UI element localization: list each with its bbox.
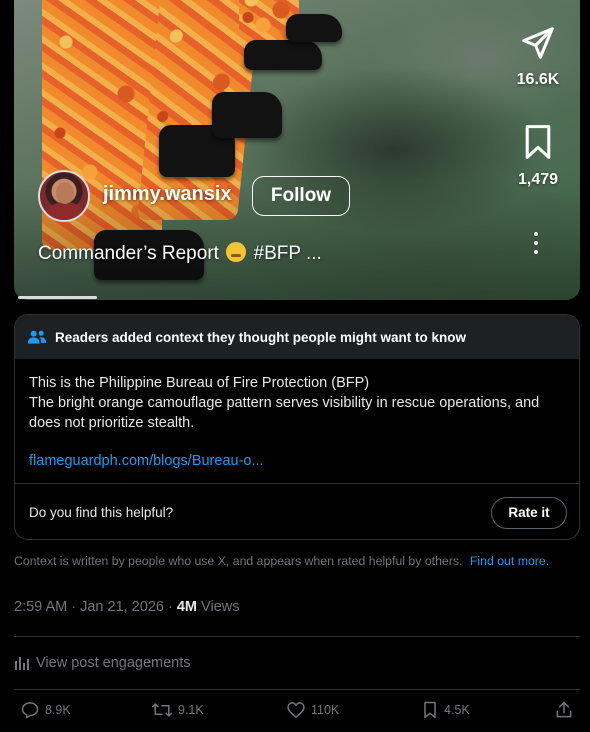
- repost-icon: [151, 703, 173, 717]
- emoji-icon: [226, 242, 247, 262]
- boot: [244, 40, 322, 70]
- view-engagements-label: View post engagements: [36, 655, 191, 671]
- reply-count: 8.9K: [45, 703, 71, 717]
- heart-icon: [287, 702, 305, 718]
- caption-text: Commander’s Report: [38, 243, 219, 264]
- reply-icon: [21, 702, 39, 719]
- reply-button[interactable]: 8.9K: [20, 700, 71, 720]
- view-engagements-link[interactable]: View post engagements: [14, 655, 191, 671]
- post-meta: 2:59 AM · Jan 21, 2026 · 4M Views: [14, 599, 240, 615]
- post-action-bar: 8.9K 9.1K 110K 4.5K: [14, 700, 580, 728]
- like-count: 110K: [311, 703, 340, 717]
- bookmark-action[interactable]: 1,479: [508, 122, 568, 189]
- bookmark-count: 1,479: [517, 171, 559, 188]
- share-count: 16.6K: [516, 71, 560, 88]
- community-note: Readers added context they thought peopl…: [14, 314, 580, 540]
- analytics-icon: [15, 657, 29, 670]
- note-line: The bright orange camouflage pattern ser…: [29, 395, 540, 431]
- more-options-icon[interactable]: [532, 232, 540, 259]
- share-icon: [556, 701, 572, 718]
- boot: [212, 92, 282, 138]
- bookmark-icon: [424, 701, 436, 719]
- community-note-footer: Do you find this helpful? Rate it: [15, 483, 579, 539]
- share-action[interactable]: 16.6K: [508, 24, 568, 89]
- community-note-body: This is the Philippine Bureau of Fire Pr…: [15, 359, 579, 471]
- share-icon: [522, 27, 554, 59]
- community-note-header: Readers added context they thought peopl…: [15, 315, 579, 359]
- caption-hashtag: #BFP ...: [253, 243, 322, 264]
- divider: [14, 689, 580, 690]
- post-date[interactable]: Jan 21, 2026: [80, 599, 164, 615]
- find-out-more-link[interactable]: Find out more.: [470, 554, 549, 568]
- rate-it-button[interactable]: Rate it: [491, 496, 567, 529]
- post-time[interactable]: 2:59 AM: [14, 599, 67, 615]
- video-progress-bar[interactable]: [18, 296, 97, 299]
- views-count: 4M: [176, 599, 197, 615]
- divider: [14, 636, 580, 637]
- bookmark-button[interactable]: 4.5K: [421, 700, 470, 720]
- repost-count: 9.1K: [178, 703, 204, 717]
- avatar[interactable]: [38, 170, 90, 222]
- username[interactable]: jimmy.wansix: [103, 183, 232, 206]
- note-line: This is the Philippine Bureau of Fire Pr…: [29, 375, 370, 391]
- views-label: Views: [201, 599, 240, 615]
- note-disclaimer: Context is written by people who use X, …: [14, 554, 549, 568]
- follow-button[interactable]: Follow: [252, 176, 350, 216]
- repost-button[interactable]: 9.1K: [151, 700, 204, 720]
- note-source-link[interactable]: flameguardph.com/blogs/Bureau-o...: [29, 451, 565, 471]
- bookmark-count: 4.5K: [444, 703, 470, 717]
- people-icon: [27, 330, 47, 344]
- video-caption[interactable]: Commander’s Report #BFP ...: [38, 242, 322, 265]
- bookmark-icon: [525, 125, 551, 159]
- helpful-question: Do you find this helpful?: [29, 505, 174, 520]
- disclaimer-text: Context is written by people who use X, …: [14, 554, 463, 568]
- like-button[interactable]: 110K: [286, 700, 339, 720]
- boot: [286, 14, 342, 42]
- share-button[interactable]: [554, 700, 579, 720]
- community-note-title: Readers added context they thought peopl…: [55, 329, 467, 345]
